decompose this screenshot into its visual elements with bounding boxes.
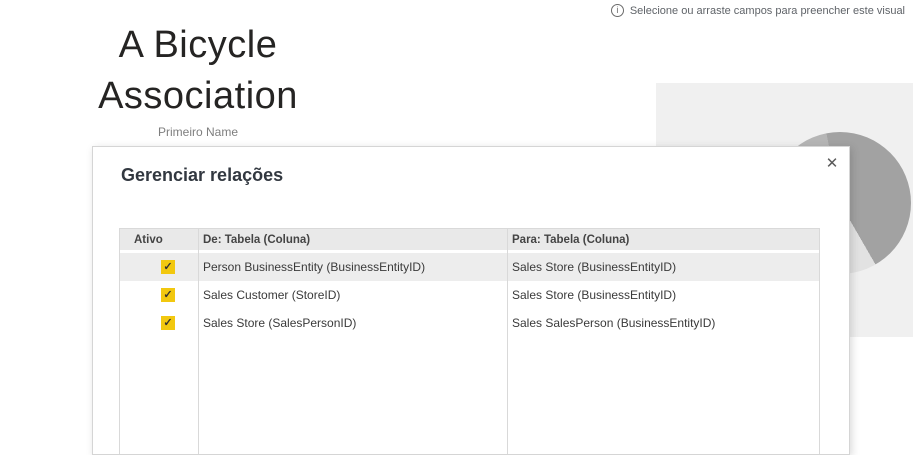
active-checkbox[interactable]: ✓: [161, 316, 175, 330]
relationship-to: Sales Store (BusinessEntityID): [512, 288, 677, 302]
active-checkbox[interactable]: ✓: [161, 260, 175, 274]
check-icon: ✓: [163, 317, 173, 329]
col-header-from: De: Tabela (Coluna): [203, 233, 311, 246]
report-canvas: i Selecione ou arraste campos para preen…: [0, 0, 913, 455]
table-row[interactable]: ✓ Sales Store (SalesPersonID) Sales Sale…: [120, 309, 819, 337]
relationship-from: Person BusinessEntity (BusinessEntityID): [203, 260, 426, 274]
table-empty-area: [120, 337, 819, 454]
relationship-to: Sales SalesPerson (BusinessEntityID): [512, 316, 716, 330]
close-icon: ✕: [825, 155, 839, 172]
col-header-active: Ativo: [134, 233, 163, 246]
visual-hint: i Selecione ou arraste campos para preen…: [610, 4, 905, 17]
report-subtitle: Primeiro Name: [157, 125, 238, 139]
report-title: A Bicycle Association: [98, 24, 298, 117]
title-textbox-visual[interactable]: A Bicycle Association Primeiro Name: [85, 20, 311, 139]
relationships-table: Ativo De: Tabela (Coluna) Para: Tabela (…: [119, 228, 820, 454]
manage-relationships-dialog: ✕ Gerenciar relações Ativo De: Tabela (C…: [92, 146, 850, 455]
relationship-from: Sales Customer (StoreID): [203, 288, 341, 302]
check-icon: ✓: [163, 261, 173, 273]
hint-text: Selecione ou arraste campos para preench…: [629, 4, 905, 17]
check-icon: ✓: [163, 289, 173, 301]
info-icon: i: [610, 4, 624, 17]
table-row[interactable]: ✓ Sales Customer (StoreID) Sales Store (…: [120, 281, 819, 309]
col-header-to: Para: Tabela (Coluna): [512, 233, 630, 246]
table-row[interactable]: ✓ Person BusinessEntity (BusinessEntityI…: [120, 253, 819, 281]
column-divider: [507, 229, 508, 454]
active-checkbox[interactable]: ✓: [161, 288, 175, 302]
column-divider: [198, 229, 199, 454]
table-header-row: Ativo De: Tabela (Coluna) Para: Tabela (…: [120, 229, 819, 250]
dialog-title: Gerenciar relações: [121, 165, 284, 185]
close-button[interactable]: ✕: [821, 153, 843, 175]
relationship-from: Sales Store (SalesPersonID): [203, 316, 357, 330]
relationship-to: Sales Store (BusinessEntityID): [512, 260, 677, 274]
